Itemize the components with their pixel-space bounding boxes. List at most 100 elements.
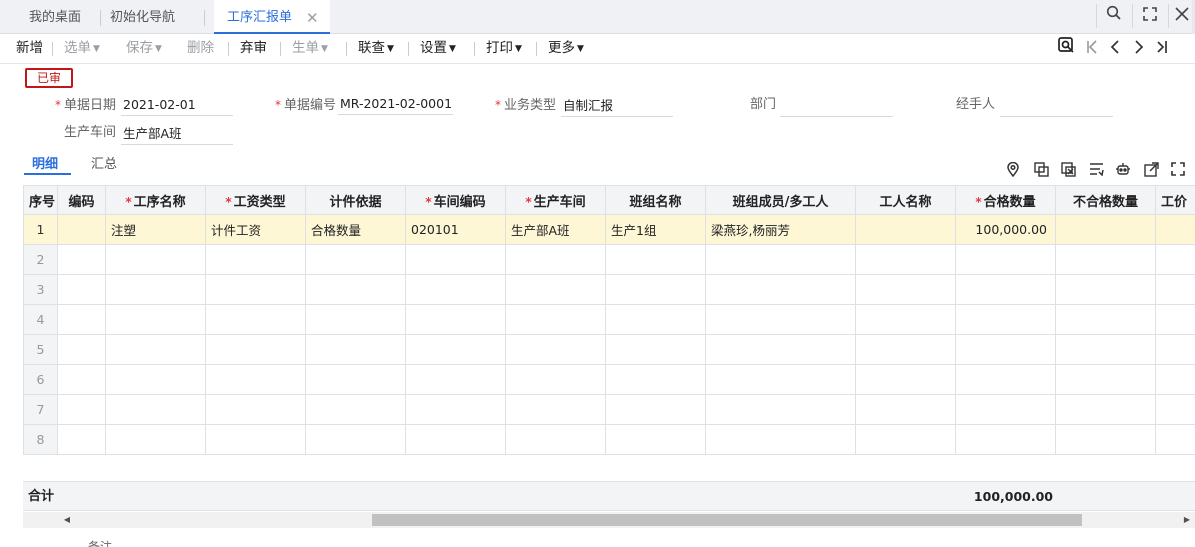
date-field[interactable]: 2021-02-01 — [121, 94, 233, 116]
cell[interactable] — [57, 364, 106, 395]
cell[interactable] — [305, 364, 406, 395]
column-header[interactable]: 计件依据 — [305, 185, 406, 215]
cell[interactable] — [1155, 364, 1195, 395]
cell[interactable] — [505, 394, 606, 425]
cell[interactable] — [605, 424, 706, 455]
cell[interactable] — [205, 304, 306, 335]
expand-icon[interactable] — [1169, 162, 1187, 182]
column-header[interactable]: 编码 — [57, 185, 106, 215]
next-record-icon[interactable] — [1130, 37, 1148, 61]
column-header[interactable]: 工人名称 — [855, 185, 956, 215]
cell[interactable] — [1055, 274, 1156, 305]
table-row[interactable]: 3 — [23, 274, 1195, 305]
cell[interactable] — [1055, 334, 1156, 365]
delete-row-icon[interactable] — [1059, 162, 1077, 182]
cell[interactable] — [955, 394, 1056, 425]
cell[interactable] — [57, 274, 106, 305]
cell[interactable] — [705, 424, 856, 455]
cell[interactable] — [305, 304, 406, 335]
cell-unqualified[interactable] — [1055, 214, 1156, 245]
cell[interactable] — [855, 274, 956, 305]
cell[interactable] — [1155, 244, 1195, 275]
cell[interactable] — [855, 364, 956, 395]
select-button[interactable]: 选单 ▼ — [64, 34, 100, 64]
cell[interactable] — [57, 244, 106, 275]
previous-record-icon[interactable] — [1106, 37, 1124, 61]
cell[interactable] — [605, 334, 706, 365]
tab-summary[interactable]: 汇总 — [91, 153, 117, 172]
cell[interactable] — [405, 244, 506, 275]
workshop-field[interactable]: 生产部A班 — [121, 123, 233, 145]
table-row[interactable]: 7 — [23, 394, 1195, 425]
cell[interactable] — [405, 274, 506, 305]
export-icon[interactable] — [1142, 162, 1160, 182]
cell[interactable] — [605, 394, 706, 425]
filter-icon[interactable] — [1087, 162, 1105, 182]
cell[interactable] — [1055, 304, 1156, 335]
cell[interactable] — [405, 364, 506, 395]
column-header[interactable]: 班组成员/多工人 — [705, 185, 856, 215]
cell[interactable] — [855, 424, 956, 455]
column-header[interactable]: 不合格数量 — [1055, 185, 1156, 215]
table-row[interactable]: 8 — [23, 424, 1195, 455]
cell[interactable] — [855, 304, 956, 335]
cell[interactable] — [855, 394, 956, 425]
cell[interactable] — [405, 334, 506, 365]
cell[interactable] — [505, 274, 606, 305]
cell[interactable] — [1155, 424, 1195, 455]
more-button[interactable]: 更多 ▼ — [548, 34, 584, 64]
cell[interactable] — [955, 304, 1056, 335]
cell[interactable] — [955, 424, 1056, 455]
save-button[interactable]: 保存 ▼ — [126, 34, 162, 64]
tab-my-desktop[interactable]: 我的桌面 — [29, 0, 81, 34]
cell-workshop-code[interactable]: 020101 — [405, 214, 506, 245]
cell[interactable] — [1055, 364, 1156, 395]
cell[interactable] — [1155, 274, 1195, 305]
cell[interactable] — [855, 244, 956, 275]
cell[interactable] — [705, 394, 856, 425]
link-query-button[interactable]: 联查 ▼ — [358, 34, 394, 64]
column-header[interactable]: * 工资类型 — [205, 185, 306, 215]
cell[interactable] — [205, 274, 306, 305]
cell[interactable] — [705, 244, 856, 275]
cell[interactable] — [57, 334, 106, 365]
location-icon[interactable] — [1004, 161, 1022, 182]
cell[interactable] — [57, 394, 106, 425]
cell[interactable] — [205, 244, 306, 275]
cell[interactable] — [955, 274, 1056, 305]
settings-button[interactable]: 设置 ▼ — [420, 34, 456, 64]
cell[interactable] — [705, 334, 856, 365]
preview-icon[interactable] — [1057, 37, 1075, 61]
cell[interactable] — [105, 274, 206, 305]
cell[interactable] — [405, 424, 506, 455]
tab-init-guide[interactable]: 初始化导航 — [110, 0, 175, 34]
column-header[interactable]: * 生产车间 — [505, 185, 606, 215]
cell[interactable] — [305, 334, 406, 365]
cell[interactable] — [105, 334, 206, 365]
cell[interactable] — [505, 424, 606, 455]
cell[interactable] — [605, 274, 706, 305]
cell[interactable] — [105, 244, 206, 275]
cell[interactable] — [855, 334, 956, 365]
abandon-audit-button[interactable]: 弃审 — [240, 34, 267, 64]
cell[interactable] — [57, 424, 106, 455]
table-row[interactable]: 4 — [23, 304, 1195, 335]
cell-code[interactable] — [57, 214, 106, 245]
cell[interactable] — [1055, 394, 1156, 425]
last-record-icon[interactable] — [1153, 37, 1171, 61]
cell[interactable] — [955, 244, 1056, 275]
cell[interactable] — [1055, 244, 1156, 275]
search-icon[interactable] — [1103, 5, 1125, 27]
cell[interactable] — [605, 364, 706, 395]
print-button[interactable]: 打印 ▼ — [486, 34, 522, 64]
cell[interactable] — [505, 244, 606, 275]
first-record-icon[interactable] — [1083, 37, 1101, 61]
table-row[interactable]: 1 注塑 计件工资 合格数量 020101 生产部A班 生产1组 梁燕珍,杨丽芳… — [23, 214, 1195, 245]
cell-price[interactable] — [1155, 214, 1195, 245]
column-header[interactable]: * 合格数量 — [955, 185, 1056, 215]
cell[interactable] — [955, 334, 1056, 365]
column-header[interactable]: * 车间编码 — [405, 185, 506, 215]
cell[interactable] — [1155, 304, 1195, 335]
horizontal-scrollbar[interactable]: ◀ ▶ — [23, 512, 1195, 528]
table-row[interactable]: 6 — [23, 364, 1195, 395]
